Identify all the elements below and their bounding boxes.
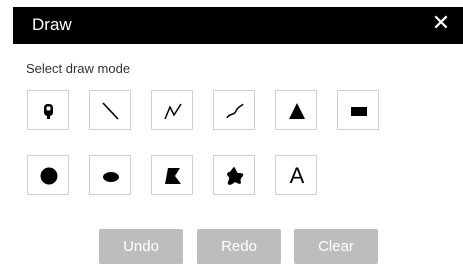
text-icon: A — [289, 163, 305, 188]
dialog-header: Draw ✕ — [13, 7, 463, 44]
polygon-icon — [165, 168, 181, 184]
triangle-icon — [289, 103, 305, 119]
clear-button[interactable]: Clear — [294, 229, 378, 264]
freehand-polygon-icon — [227, 167, 244, 185]
draw-polygon-button[interactable] — [151, 155, 193, 195]
freehand-line-icon — [226, 103, 244, 119]
rectangle-icon — [351, 107, 367, 116]
draw-freehand-line-button[interactable] — [213, 90, 255, 130]
draw-ellipse-button[interactable] — [89, 155, 131, 195]
circle-icon — [40, 167, 58, 185]
draw-rectangle-button[interactable] — [337, 90, 379, 130]
redo-button[interactable]: Redo — [197, 229, 281, 264]
map-pin-icon — [44, 104, 53, 119]
ellipse-icon — [103, 172, 119, 182]
line-icon — [102, 102, 119, 120]
polyline-icon — [164, 103, 182, 120]
draw-circle-button[interactable] — [27, 155, 69, 195]
draw-point-button[interactable] — [27, 90, 69, 130]
draw-panel: Draw ✕ Select draw mode A Undo Redo Clea… — [0, 0, 463, 264]
close-button[interactable]: ✕ — [431, 13, 451, 35]
dialog-title: Draw — [32, 15, 72, 34]
undo-button[interactable]: Undo — [99, 229, 183, 264]
draw-text-button[interactable]: A — [275, 155, 317, 195]
draw-line-button[interactable] — [89, 90, 131, 130]
draw-polyline-button[interactable] — [151, 90, 193, 130]
draw-freehand-polygon-button[interactable] — [213, 155, 255, 195]
draw-triangle-button[interactable] — [275, 90, 317, 130]
select-draw-mode-label: Select draw mode — [26, 61, 131, 76]
